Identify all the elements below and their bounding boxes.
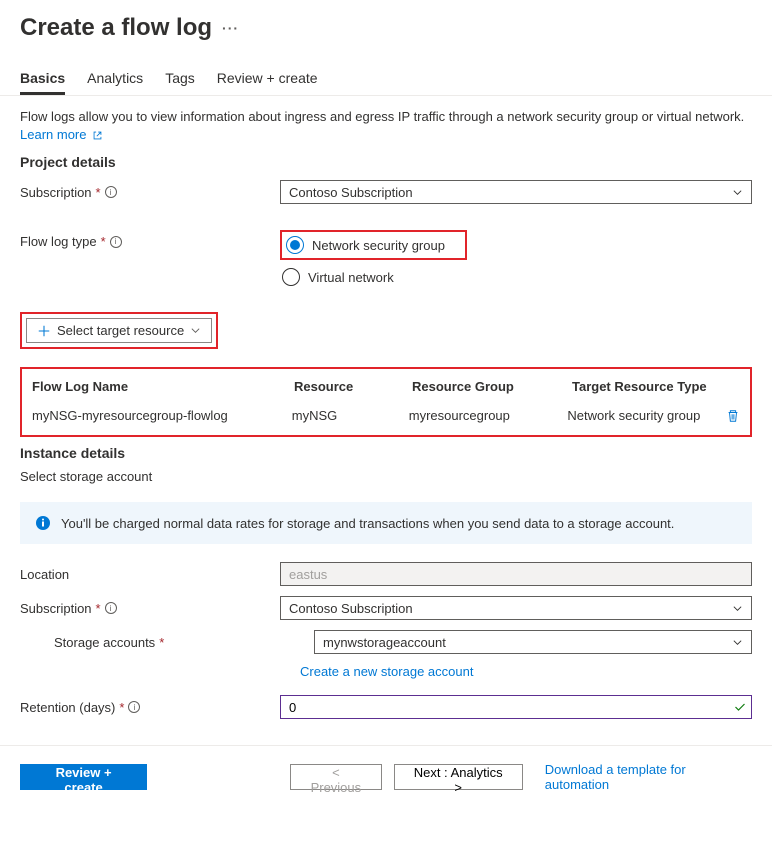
table-row: myNSG-myresourcegroup-flowlog myNSG myre… xyxy=(32,408,740,423)
info-icon[interactable]: i xyxy=(110,236,122,248)
flowlogtype-label: Flow log type xyxy=(20,234,97,249)
next-button[interactable]: Next : Analytics > xyxy=(394,764,523,790)
title-text: Create a flow log xyxy=(20,14,212,42)
chevron-down-icon xyxy=(732,187,743,198)
location-row: Location eastus xyxy=(20,562,752,586)
create-storage-link[interactable]: Create a new storage account xyxy=(300,664,473,679)
select-storage-text: Select storage account xyxy=(20,469,752,484)
subscription2-label: Subscription xyxy=(20,601,92,616)
info-icon[interactable]: i xyxy=(105,186,117,198)
radio-nsg[interactable]: Network security group xyxy=(284,234,451,256)
previous-button: < Previous xyxy=(290,764,381,790)
external-link-icon xyxy=(92,130,103,141)
chevron-down-icon xyxy=(732,603,743,614)
select-target-highlight: Select target resource xyxy=(20,312,218,349)
subscription-select[interactable]: Contoso Subscription xyxy=(280,180,752,204)
subscription2-select[interactable]: Contoso Subscription xyxy=(280,596,752,620)
retention-input[interactable] xyxy=(280,695,752,719)
tab-tags[interactable]: Tags xyxy=(165,70,195,95)
more-icon[interactable]: ··· xyxy=(222,20,239,36)
storageaccounts-row: Storage accounts * mynwstorageaccount xyxy=(20,630,752,654)
tab-basics[interactable]: Basics xyxy=(20,70,65,95)
location-label: Location xyxy=(20,567,69,582)
storageaccounts-label: Storage accounts xyxy=(54,635,155,650)
col-flowlogname: Flow Log Name xyxy=(32,379,294,394)
subscription2-row: Subscription * i Contoso Subscription xyxy=(20,596,752,620)
learn-more-link[interactable]: Learn more xyxy=(20,127,103,142)
review-create-button[interactable]: Review + create xyxy=(20,764,147,790)
tab-review[interactable]: Review + create xyxy=(217,70,318,95)
radio-icon xyxy=(282,268,300,286)
subscription-label: Subscription xyxy=(20,185,92,200)
delete-icon[interactable] xyxy=(726,409,740,423)
col-resource: Resource xyxy=(294,379,412,394)
info-icon[interactable]: i xyxy=(128,701,140,713)
flowlogtype-row: Flow log type * i Network security group… xyxy=(20,230,752,288)
storageaccounts-select[interactable]: mynwstorageaccount xyxy=(314,630,752,654)
radio-icon xyxy=(286,236,304,254)
info-icon xyxy=(35,515,51,531)
footer: Review + create < Previous Next : Analyt… xyxy=(0,745,772,808)
col-targettype: Target Resource Type xyxy=(572,379,732,394)
col-resourcegroup: Resource Group xyxy=(412,379,572,394)
radio-vnet[interactable]: Virtual network xyxy=(280,266,467,288)
select-target-resource-button[interactable]: Select target resource xyxy=(26,318,212,343)
info-icon[interactable]: i xyxy=(105,602,117,614)
target-resource-table: Flow Log Name Resource Resource Group Ta… xyxy=(20,367,752,437)
chevron-down-icon xyxy=(732,637,743,648)
nsg-highlight: Network security group xyxy=(280,230,467,260)
subscription-row: Subscription * i Contoso Subscription xyxy=(20,180,752,204)
retention-row: Retention (days) * i xyxy=(20,695,752,719)
download-template-link[interactable]: Download a template for automation xyxy=(545,762,752,792)
check-icon xyxy=(734,701,746,713)
plus-icon xyxy=(37,324,51,338)
chevron-down-icon xyxy=(190,325,201,336)
project-details-heading: Project details xyxy=(20,154,752,170)
intro-text: Flow logs allow you to view information … xyxy=(20,108,752,144)
tabs: Basics Analytics Tags Review + create xyxy=(0,46,772,96)
tab-analytics[interactable]: Analytics xyxy=(87,70,143,95)
location-field: eastus xyxy=(280,562,752,586)
retention-label: Retention (days) xyxy=(20,700,115,715)
page-title: Create a flow log ··· xyxy=(0,14,772,46)
instance-details-heading: Instance details xyxy=(20,445,752,461)
storage-info-banner: You'll be charged normal data rates for … xyxy=(20,502,752,544)
